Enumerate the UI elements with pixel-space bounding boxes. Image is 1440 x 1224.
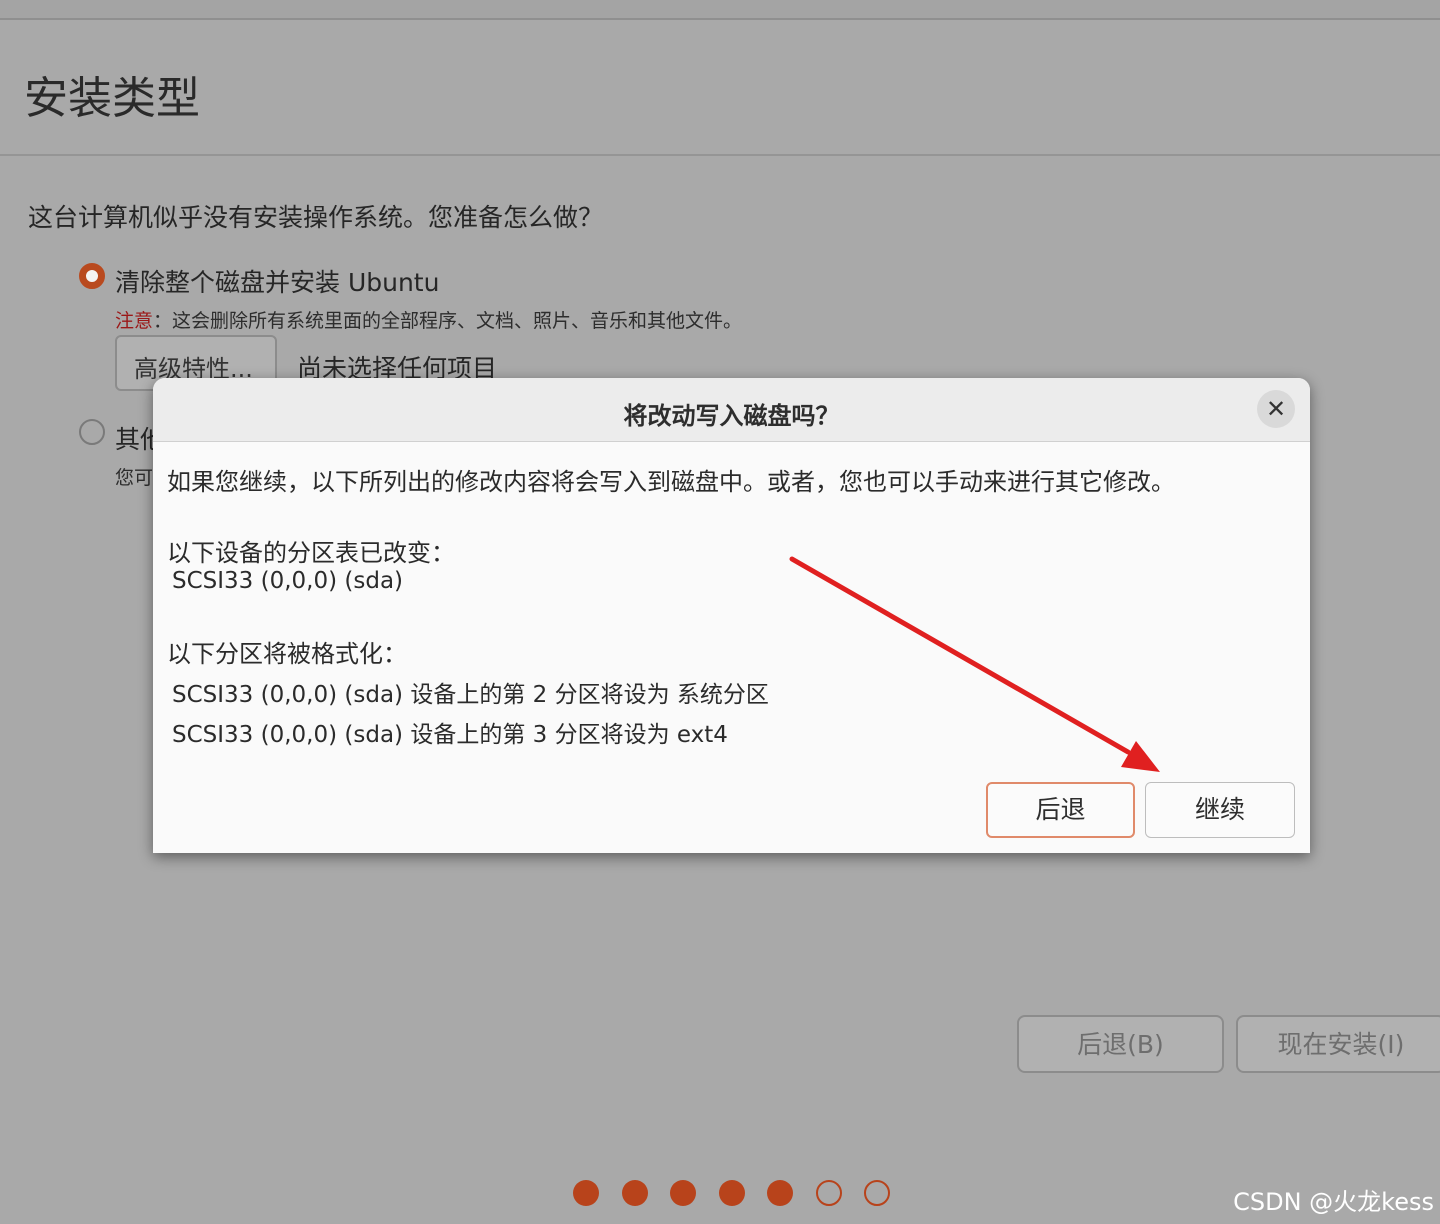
format-item: SCSI33 (0,0,0) (sda) 设备上的第 3 分区将设为 ext4 (172, 722, 728, 748)
watermark: CSDN @火龙kess (1233, 1188, 1434, 1216)
progress-dot (815, 1180, 842, 1206)
progress-dot (621, 1180, 648, 1206)
window-top-bar (0, 0, 1440, 20)
progress-dot (864, 1180, 890, 1206)
warning-prefix: 注意 (115, 310, 154, 332)
header: 安装类型 (0, 20, 1440, 156)
back-button[interactable]: 后退(B) (1017, 1015, 1224, 1073)
dialog-header: 将改动写入磁盘吗？ ✕ (153, 378, 1310, 442)
partition-table-heading: 以下设备的分区表已改变： (167, 539, 455, 567)
progress-dot (670, 1180, 696, 1206)
dialog-continue-button[interactable]: 继续 (1145, 782, 1295, 838)
progress-dot (718, 1180, 745, 1206)
other-option-radio[interactable] (79, 419, 105, 445)
dialog-title: 将改动写入磁盘吗？ (623, 402, 840, 430)
write-changes-dialog: 将改动写入磁盘吗？ ✕ 如果您继续，以下所列出的修改内容将会写入到磁盘中。或者，… (153, 378, 1310, 853)
format-heading: 以下分区将被格式化： (167, 640, 407, 668)
erase-warning: 注意：这会删除所有系统里面的全部程序、文档、照片、音乐和其他文件。 (115, 306, 742, 333)
dialog-back-button[interactable]: 后退 (986, 782, 1135, 838)
erase-disk-label[interactable]: 清除整个磁盘并安装 Ubuntu (115, 263, 439, 299)
install-now-button[interactable]: 现在安装(I) (1236, 1015, 1440, 1073)
progress-dots (573, 1180, 903, 1208)
install-question: 这台计算机似乎没有安装操作系统。您准备怎么做？ (28, 203, 604, 232)
erase-disk-radio[interactable] (79, 263, 105, 289)
page-title: 安装类型 (24, 73, 200, 124)
close-icon[interactable]: ✕ (1257, 390, 1295, 428)
progress-dot (767, 1180, 793, 1206)
partition-table-device: SCSI33 (0,0,0) (sda) (172, 568, 404, 594)
warning-text: ：这会删除所有系统里面的全部程序、文档、照片、音乐和其他文件。 (153, 310, 743, 332)
other-option-desc: 您可 (115, 467, 154, 489)
dialog-intro: 如果您继续，以下所列出的修改内容将会写入到磁盘中。或者，您也可以手动来进行其它修… (167, 468, 1175, 496)
format-item: SCSI33 (0,0,0) (sda) 设备上的第 2 分区将设为 系统分区 (172, 682, 769, 708)
progress-dot (573, 1180, 599, 1206)
